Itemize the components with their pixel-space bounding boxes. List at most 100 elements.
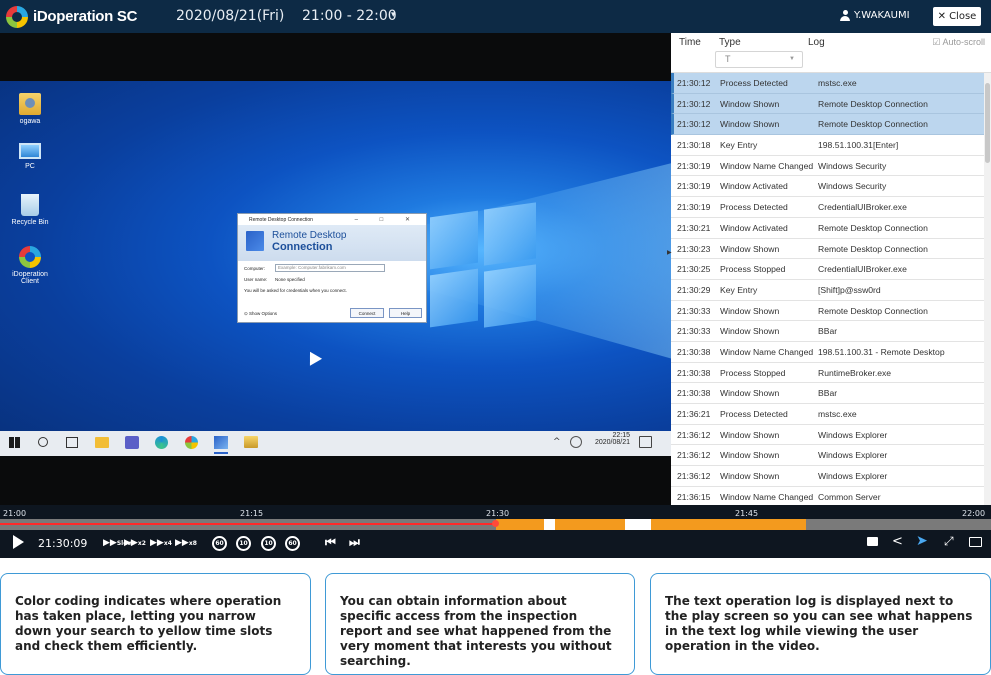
log-time: 21:30:23 (677, 243, 711, 254)
desktop-icon-user[interactable]: ogawa (10, 93, 50, 125)
dialog-banner: Remote Desktop Connection (238, 225, 426, 261)
log-log: Windows Explorer (818, 429, 888, 440)
log-log: RuntimeBroker.exe (818, 367, 892, 378)
log-type: Window Name Changed (720, 491, 814, 502)
video-player[interactable]: ogawa PC Recycle Bin iDoperation Client … (0, 33, 671, 505)
timeline-label: 21:15 (240, 509, 264, 518)
user-icon (840, 10, 850, 21)
play-icon[interactable] (13, 535, 24, 549)
playhead-handle[interactable] (492, 520, 499, 527)
activity-segment[interactable] (555, 519, 625, 530)
panel-toggle-icon[interactable]: ▶ (667, 249, 672, 256)
auto-scroll-checkbox[interactable]: ☑ Auto-scroll (932, 37, 985, 48)
log-log: mstsc.exe (818, 78, 857, 88)
log-scrollbar[interactable] (984, 73, 991, 505)
log-row[interactable]: 21:30:33 Window Shown Remote Desktop Conne… (671, 301, 984, 322)
skip-forward-10-button[interactable]: 10 (261, 536, 276, 551)
desktop-icon-idoperation-client[interactable]: iDoperation Client (10, 246, 50, 285)
activity-segment[interactable] (651, 519, 806, 530)
log-type: Window Activated (720, 222, 788, 233)
comment-icon[interactable] (969, 537, 982, 547)
taskbar-clock: 22:15 2020/08/21 (592, 432, 630, 446)
show-options: ⊙ Show Options (244, 311, 278, 316)
fullscreen-icon[interactable]: ⤢ (944, 534, 954, 549)
log-row[interactable]: 21:30:21 Window Activated Remote Desktop C… (671, 218, 984, 239)
log-row[interactable]: 21:30:25 Process Stopped CredentialUIBroke… (671, 259, 984, 280)
session-date: 2020/08/21(Fri) (176, 8, 285, 24)
log-type: Key Entry (720, 284, 758, 295)
skip-back-60-button[interactable]: 60 (212, 536, 227, 551)
log-row[interactable]: 21:30:19 Process Detected CredentialUIBrok… (671, 197, 984, 218)
close-button[interactable]: ✕ Close (933, 7, 981, 26)
log-row[interactable]: 21:36:12 Window Shown Windows Explorer (671, 445, 984, 467)
log-row[interactable]: 21:30:38 Process Stopped RuntimeBroker.exe (671, 363, 984, 384)
log-type: Window Shown (720, 326, 780, 337)
help-button: Help (389, 308, 422, 318)
recorded-desktop: ogawa PC Recycle Bin iDoperation Client … (0, 81, 671, 456)
log-log: Remote Desktop Connection (818, 98, 928, 109)
column-type[interactable]: Type (719, 37, 741, 48)
next-event-icon[interactable]: ⏭ (349, 535, 360, 550)
speed-x4-button[interactable]: ▶▶x4 (150, 538, 172, 548)
time-range-select[interactable]: 21:00 - 22:00 (302, 8, 397, 24)
log-row[interactable]: 21:36:21 Process Detected mstsc.exe (671, 404, 984, 425)
log-row[interactable]: 21:36:12 Window Shown Windows Explorer (671, 466, 984, 487)
lock-icon[interactable] (867, 537, 878, 546)
log-type: Window Shown (720, 450, 780, 461)
teams-icon (125, 436, 139, 449)
log-row[interactable]: 21:30:33 Window Shown BBar (671, 321, 984, 342)
log-type: Window Shown (720, 119, 780, 130)
user-folder-icon (19, 93, 41, 115)
log-time: 21:36:12 (677, 450, 711, 461)
top-bar: iDoperation SC 2020/08/21(Fri) 21:00 - 2… (0, 0, 991, 33)
log-row[interactable]: 21:30:18 Key Entry 198.51.100.31[Enter] (671, 135, 984, 156)
credentials-note: You will be asked for credentials when y… (244, 288, 347, 293)
log-log: 198.51.100.31 - Remote Desktop (818, 346, 945, 357)
chevron-down-icon[interactable]: ▾ (391, 10, 396, 20)
current-time: 21:30:09 (38, 537, 88, 550)
dialog-titlebar: Remote Desktop Connection – □ ✕ (238, 214, 426, 225)
log-time: 21:36:21 (677, 409, 711, 419)
computer-label: Computer: (244, 266, 266, 271)
scrollbar-thumb[interactable] (985, 83, 990, 163)
idoperation-logo-icon (6, 6, 28, 28)
log-time: 21:30:19 (677, 160, 711, 171)
column-log[interactable]: Log (808, 37, 825, 48)
speed-label: x8 (188, 540, 197, 547)
log-row[interactable]: 21:30:19 Window Activated Windows Security (671, 176, 984, 198)
rocket-icon[interactable]: ➤ (916, 533, 928, 549)
column-time[interactable]: Time (679, 37, 701, 48)
activity-segment[interactable] (496, 519, 544, 530)
idoperation-client-icon (19, 246, 41, 268)
speed-x2-button[interactable]: ▶▶x2 (124, 538, 146, 548)
timeline[interactable]: 21:00 21:15 21:30 21:45 22:00 (0, 505, 991, 530)
log-row[interactable]: 21:30:19 Window Name Changed Windows Secur… (671, 156, 984, 177)
log-row[interactable]: 21:30:12 Window Shown Remote Desktop Conne… (671, 114, 984, 136)
log-row[interactable]: 21:36:12 Window Shown Windows Explorer (671, 425, 984, 446)
skip-back-10-button[interactable]: 10 (236, 536, 251, 551)
pc-icon (19, 143, 41, 159)
log-row[interactable]: 21:30:38 Window Shown BBar (671, 383, 984, 404)
previous-event-icon[interactable]: ⏮ (325, 535, 336, 550)
share-icon[interactable]: < (892, 534, 903, 549)
desktop-icon-recycle-bin[interactable]: Recycle Bin (10, 194, 50, 226)
desktop-icon-pc[interactable]: PC (10, 143, 50, 170)
log-time: 21:30:25 (677, 264, 711, 275)
log-row[interactable]: 21:30:23 Window Shown Remote Desktop Conne… (671, 239, 984, 260)
log-row[interactable]: 21:30:12 Window Shown Remote Desktop Conne… (671, 93, 984, 115)
username-value: None specified (275, 277, 305, 282)
speed-x8-button[interactable]: ▶▶x8 (175, 538, 197, 548)
log-row[interactable]: 21:36:15 Window Name Changed Common Server (671, 487, 984, 505)
task-view-icon (66, 437, 78, 448)
remote-desktop-taskbar-icon (214, 436, 228, 449)
skip-forward-60-button[interactable]: 60 (285, 536, 300, 551)
log-log: Windows Explorer (818, 450, 888, 461)
type-filter-select[interactable]: T ▼ (715, 51, 803, 68)
gap-segment[interactable] (544, 519, 555, 530)
log-row[interactable]: 21:30:29 Key Entry [Shift]p@ssw0rd (671, 280, 984, 301)
active-app-indicator (214, 452, 228, 454)
log-row[interactable]: 21:30:12 Process Detected mstsc.exe (671, 73, 984, 94)
log-row[interactable]: 21:30:38 Window Name Changed 198.51.100.31… (671, 342, 984, 363)
notification-icon (639, 436, 652, 448)
gap-segment[interactable] (625, 519, 651, 530)
